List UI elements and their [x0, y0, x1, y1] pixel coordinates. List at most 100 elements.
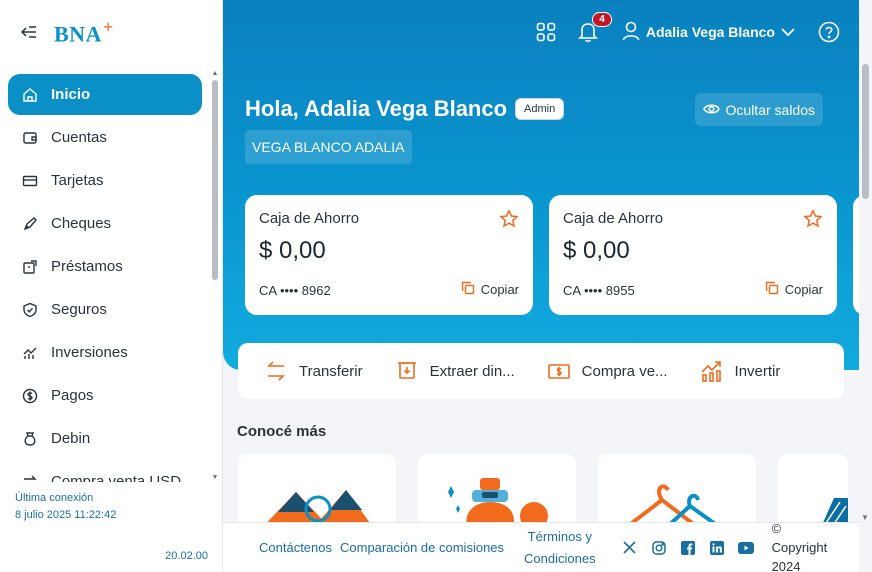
sidebar-item-label: Inversiones [51, 344, 128, 361]
bag-icon [22, 431, 38, 447]
copy-label: Copiar [784, 282, 823, 297]
copy-account-button[interactable]: Copiar [461, 281, 519, 298]
app-version: 20.02.00 [165, 550, 208, 562]
copyright-year: 2024 [771, 559, 801, 572]
bna-logo[interactable]: BNA+ [54, 17, 114, 47]
apps-grid-icon[interactable] [534, 20, 558, 44]
help-icon[interactable] [817, 20, 841, 44]
sidebar-item-prestamos[interactable]: Préstamos [8, 246, 202, 287]
terms-line2: Condiciones [524, 550, 596, 566]
account-type: Caja de Ahorro [259, 210, 360, 227]
favorite-star-icon[interactable] [803, 209, 823, 234]
sidebar-item-compra-venta-usd[interactable]: Compra venta USD [8, 461, 202, 482]
copyright-word: Copyright [771, 540, 828, 555]
sidebar-item-cheques[interactable]: Cheques [8, 203, 202, 244]
favorite-star-icon[interactable] [499, 209, 519, 234]
copy-account-button[interactable]: Copiar [765, 281, 823, 298]
sidebar-item-label: Tarjetas [51, 172, 104, 189]
account-card[interactable]: Caja de Ahorro $ 0,00 CA •••• 8955 Copia… [549, 195, 837, 315]
hide-balances-label: Ocultar saldos [725, 101, 815, 118]
terms-line1: Términos y [527, 528, 592, 544]
main-content: 4 Adalia Vega Blanco Hola, Adalia Vega B… [223, 0, 872, 572]
hide-balances-button[interactable]: Ocultar saldos [694, 93, 823, 126]
notification-count-badge: 4 [592, 12, 612, 27]
terms-link[interactable]: Términos y Condiciones [524, 526, 596, 570]
sidebar-item-label: Cheques [51, 215, 112, 232]
quick-action-invertir[interactable]: Invertir [700, 359, 780, 383]
withdraw-icon [395, 359, 419, 383]
sidebar-item-label: Debin [51, 430, 91, 447]
scrollbar-thumb[interactable] [862, 64, 869, 199]
chart-icon [22, 345, 38, 361]
top-bar: 4 Adalia Vega Blanco [516, 12, 841, 50]
transfer-icon [264, 359, 288, 383]
last-connection: Última conexión 8 julio 2025 11:22:42 [15, 490, 116, 524]
facebook-icon[interactable] [680, 540, 696, 556]
sidebar-item-inversiones[interactable]: Inversiones [8, 332, 202, 373]
linkedin-icon[interactable] [709, 540, 725, 556]
hero-banner: 4 Adalia Vega Blanco Hola, Adalia Vega B… [223, 0, 872, 370]
sidebar-item-seguros[interactable]: Seguros [8, 289, 202, 330]
quick-action-label: Transferir [299, 362, 363, 380]
sidebar-item-label: Cuentas [51, 129, 107, 146]
sidebar-item-label: Seguros [51, 301, 107, 318]
copy-label: Copiar [480, 282, 519, 297]
last-connection-label: Última conexión [15, 492, 94, 504]
account-number: CA •••• 8955 [563, 283, 635, 298]
eye-icon [702, 102, 720, 118]
quick-action-label: Extraer din... [429, 362, 515, 380]
quick-action-extraer[interactable]: Extraer din... [395, 359, 515, 383]
quick-actions-bar: Transferir Extraer din... Compra ve... I… [238, 343, 844, 399]
sidebar-item-label: Pagos [51, 387, 94, 404]
sidebar-item-pagos[interactable]: Pagos [8, 375, 202, 416]
card-icon [22, 173, 38, 189]
contact-link[interactable]: Contáctenos [259, 540, 332, 555]
quick-action-compra-venta[interactable]: Compra ve... [547, 359, 668, 383]
account-number: CA •••• 8962 [259, 283, 331, 298]
scrollbar-thumb[interactable] [212, 80, 218, 280]
user-icon [622, 21, 640, 44]
social-links [622, 540, 754, 556]
scroll-down-arrow-icon[interactable]: ▼ [861, 513, 869, 522]
x-twitter-icon[interactable] [622, 540, 638, 556]
account-card[interactable]: Caja de Ahorro $ 0,00 CA •••• 8962 Copia… [245, 195, 533, 315]
loan-icon [22, 259, 38, 275]
youtube-icon[interactable] [737, 540, 754, 556]
scroll-up-arrow-icon[interactable]: ▲ [211, 70, 219, 78]
sidebar-item-label: Compra venta USD [51, 473, 182, 482]
notifications-bell-icon[interactable]: 4 [576, 12, 612, 44]
main-nav: Inicio Cuentas Tarjetas Cheques Préstamo… [0, 74, 210, 482]
account-balance: $ 0,00 [563, 237, 630, 264]
company-selector[interactable]: VEGA BLANCO ADALIA [245, 130, 412, 164]
fees-comparison-link[interactable]: Comparación de comisiones [340, 540, 504, 555]
copy-icon [765, 281, 779, 298]
collapse-menu-icon[interactable] [20, 23, 38, 41]
sidebar-item-debin[interactable]: Debin [8, 418, 202, 459]
user-menu[interactable]: Adalia Vega Blanco [622, 21, 795, 44]
invest-icon [700, 359, 724, 383]
instagram-icon[interactable] [651, 540, 667, 556]
account-type: Caja de Ahorro [563, 210, 664, 227]
accounts-carousel: Caja de Ahorro $ 0,00 CA •••• 8962 Copia… [245, 195, 872, 315]
account-balance: $ 0,00 [259, 237, 326, 264]
sidebar-item-cuentas[interactable]: Cuentas [8, 117, 202, 158]
promos-section-title: Conocé más [237, 423, 327, 440]
chevron-down-icon [781, 24, 795, 40]
quick-action-label: Compra ve... [581, 362, 668, 380]
greeting-title: Hola, Adalia Vega Blanco [245, 96, 508, 121]
sidebar: BNA+ Inicio Cuentas Tarjetas Cheques Pré… [0, 0, 223, 572]
last-connection-value: 8 julio 2025 11:22:42 [15, 509, 117, 521]
role-badge: Admin [515, 98, 565, 120]
sidebar-item-tarjetas[interactable]: Tarjetas [8, 160, 202, 201]
wallet-icon [22, 130, 38, 146]
sidebar-item-inicio[interactable]: Inicio [8, 74, 202, 115]
scroll-down-arrow-icon[interactable]: ▼ [211, 474, 219, 482]
sidebar-scrollbar[interactable]: ▲ ▼ [211, 70, 219, 482]
shield-icon [22, 302, 38, 318]
main-scrollbar[interactable]: ▼ [859, 64, 872, 522]
sidebar-header: BNA+ [0, 0, 222, 64]
quick-action-transferir[interactable]: Transferir [264, 359, 363, 383]
copyright: © Copyright 2024 [772, 519, 832, 572]
sidebar-item-label: Préstamos [51, 258, 123, 275]
dollar-icon [22, 388, 38, 404]
